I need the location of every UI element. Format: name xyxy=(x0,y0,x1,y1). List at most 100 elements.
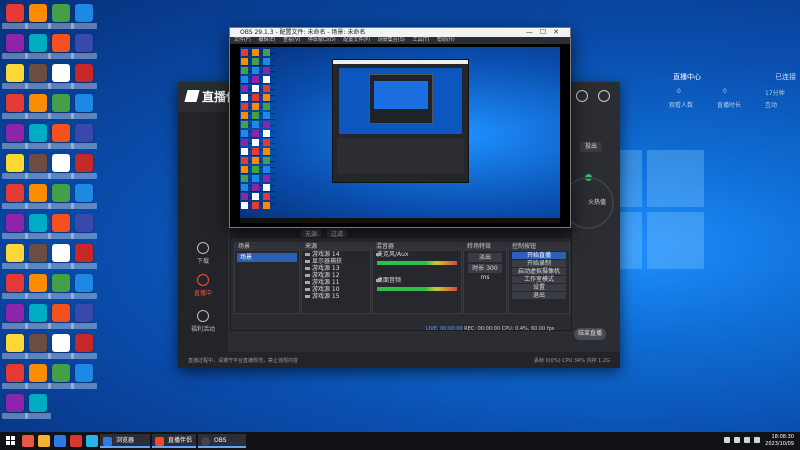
desktop-app-icon[interactable] xyxy=(71,124,97,149)
tray-icon[interactable] xyxy=(724,437,730,443)
control-button[interactable]: 启动虚拟摄像机 xyxy=(512,268,566,275)
tab-no-source[interactable]: 无源 xyxy=(301,229,322,238)
pinned-app-icon[interactable] xyxy=(22,435,34,447)
source-item[interactable]: 游戏源 11 xyxy=(302,279,370,286)
audio-meter[interactable] xyxy=(377,261,457,265)
desktop-app-icon[interactable] xyxy=(2,214,28,239)
desktop-app-icon[interactable] xyxy=(2,34,28,59)
desktop-app-icon[interactable] xyxy=(48,94,74,119)
control-button[interactable]: 工作室模式 xyxy=(512,276,566,283)
source-item[interactable]: 游戏源 12 xyxy=(302,272,370,279)
desktop-app-icon[interactable] xyxy=(25,64,51,89)
desktop-app-icon[interactable] xyxy=(48,214,74,239)
desktop-app-icon[interactable] xyxy=(2,124,28,149)
desktop-app-icon[interactable] xyxy=(2,94,28,119)
taskbar-app-obs[interactable]: OBS 29.1.3 - 配置 xyxy=(198,434,246,448)
desktop-app-icon[interactable] xyxy=(2,334,28,359)
desktop-app-icon[interactable] xyxy=(48,334,74,359)
stop-live-button[interactable]: 结束直播 xyxy=(574,328,606,340)
desktop-app-icon[interactable] xyxy=(25,184,51,209)
desktop-app-icon[interactable] xyxy=(25,4,51,29)
source-item[interactable]: 游戏源 13 xyxy=(302,265,370,272)
desktop-app-icon[interactable] xyxy=(25,214,51,239)
desktop-app-icon[interactable] xyxy=(71,364,97,389)
control-button[interactable]: 设置 xyxy=(512,284,566,291)
desktop-app-icon[interactable] xyxy=(2,394,28,419)
desktop-app-icon[interactable] xyxy=(48,154,74,179)
tab-filter[interactable]: 过滤 xyxy=(327,229,348,238)
desktop-app-icon[interactable] xyxy=(48,244,74,269)
desktop-app-icon[interactable] xyxy=(71,304,97,329)
bell-icon[interactable] xyxy=(576,90,588,102)
desktop-app-icon[interactable] xyxy=(48,34,74,59)
desktop-app-icon[interactable] xyxy=(2,64,28,89)
desktop-app-icon[interactable] xyxy=(71,64,97,89)
browser-icon[interactable] xyxy=(54,435,66,447)
desktop-app-icon[interactable] xyxy=(2,4,28,29)
desktop-app-icon[interactable] xyxy=(2,274,28,299)
desktop-app-icon[interactable] xyxy=(48,184,74,209)
desktop-app-icon[interactable] xyxy=(25,244,51,269)
sidebar-item-download[interactable]: 下载 xyxy=(184,242,222,265)
desktop-app-icon[interactable] xyxy=(71,154,97,179)
desktop-app-icon[interactable] xyxy=(2,184,28,209)
desktop-app-icon[interactable] xyxy=(71,334,97,359)
desktop-app-icon[interactable] xyxy=(25,274,51,299)
desktop-app-icon[interactable] xyxy=(25,94,51,119)
control-button[interactable]: 开始直播 xyxy=(512,252,566,259)
pinned-app-icon[interactable] xyxy=(86,435,98,447)
source-item[interactable]: 游戏源 14 xyxy=(302,251,370,258)
desktop-app-icon[interactable] xyxy=(48,274,74,299)
desktop-app-icon[interactable] xyxy=(71,4,97,29)
desktop-app-icon[interactable] xyxy=(25,304,51,329)
desktop-app-icon[interactable] xyxy=(2,364,28,389)
desktop-app-icon[interactable] xyxy=(2,154,28,179)
desktop-app-icon[interactable] xyxy=(48,4,74,29)
menu-bar[interactable]: 文件(F) 编辑(E) 查看(V) 停靠窗口(D) 配置文件(P) 场景集合(S… xyxy=(230,37,570,44)
desktop-app-icon[interactable] xyxy=(2,304,28,329)
control-button[interactable]: 退出 xyxy=(512,292,566,299)
folder-icon[interactable] xyxy=(38,435,50,447)
desktop-app-icon[interactable] xyxy=(71,94,97,119)
audio-meter[interactable] xyxy=(377,287,457,291)
cast-button[interactable]: 投出 xyxy=(580,142,602,152)
desktop-app-icon[interactable] xyxy=(25,364,51,389)
source-item[interactable]: 游戏源 15 xyxy=(302,293,370,300)
sidebar-item-welfare[interactable]: 福利活动 xyxy=(184,310,222,333)
transition-select[interactable]: 淡出 xyxy=(468,253,502,262)
desktop-app-icon[interactable] xyxy=(25,334,51,359)
desktop-app-icon[interactable] xyxy=(71,244,97,269)
sidebar-item-live[interactable]: 直播中 xyxy=(184,274,222,297)
tray-icon[interactable] xyxy=(734,437,740,443)
desktop-app-icon[interactable] xyxy=(48,364,74,389)
projector-window[interactable]: OBS 29.1.3 - 配置文件: 未命名 - 场景: 未命名 —☐✕ 文件(… xyxy=(229,27,571,228)
taskbar-app-live-companion[interactable]: 直播伴侣 xyxy=(152,434,196,448)
desktop-app-icon[interactable] xyxy=(71,184,97,209)
source-item[interactable]: 显示器捕获 xyxy=(302,258,370,265)
volume-icon[interactable] xyxy=(754,437,760,443)
desktop-app-icon[interactable] xyxy=(2,244,28,269)
desktop-app-icon[interactable] xyxy=(25,34,51,59)
clock[interactable]: 18:08:30 2023/10/09 xyxy=(765,434,794,448)
desktop-app-icon[interactable] xyxy=(71,34,97,59)
desktop-app-icon[interactable] xyxy=(25,394,51,419)
control-button[interactable]: 开始录制 xyxy=(512,260,566,267)
desktop-app-icon[interactable] xyxy=(71,274,97,299)
desktop-app-icon[interactable] xyxy=(48,64,74,89)
start-button[interactable] xyxy=(6,436,16,446)
desktop-app-icon[interactable] xyxy=(48,304,74,329)
desktop-app-icon[interactable] xyxy=(71,214,97,239)
taskbar-app-browser[interactable]: 浏览器 xyxy=(100,434,150,448)
gear-icon[interactable] xyxy=(598,90,610,102)
obs-window[interactable]: 无源 过滤 场景 场景 来源 游戏源 14 显示器捕获 游戏源 13 游戏源 12 游戏… xyxy=(230,227,572,332)
pinned-app-icon[interactable] xyxy=(70,435,82,447)
network-icon[interactable] xyxy=(744,437,750,443)
scene-item[interactable]: 场景 xyxy=(237,253,297,262)
source-item[interactable]: 游戏源 10 xyxy=(302,286,370,293)
desktop-app-icon[interactable] xyxy=(25,154,51,179)
window-titlebar[interactable]: OBS 29.1.3 - 配置文件: 未命名 - 场景: 未命名 —☐✕ xyxy=(230,28,570,37)
desktop-app-icon[interactable] xyxy=(25,124,51,149)
window-controls[interactable]: —☐✕ xyxy=(526,28,566,37)
desktop-app-icon[interactable] xyxy=(48,124,74,149)
duration-field[interactable]: 时长 300 ms xyxy=(468,264,502,281)
